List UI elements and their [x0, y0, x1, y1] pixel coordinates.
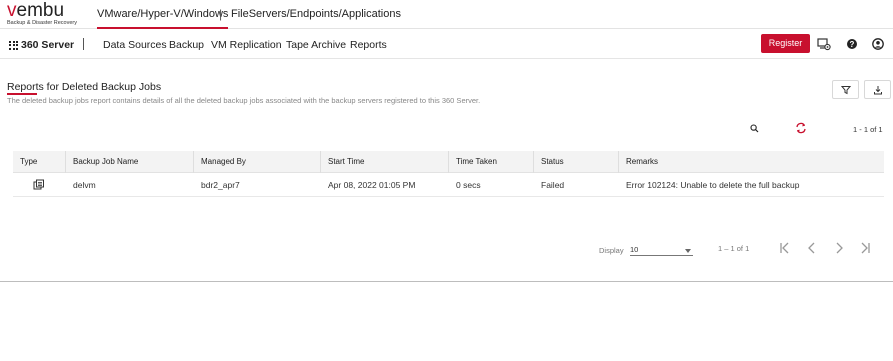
- apps-grid-icon: [9, 40, 18, 50]
- cell-time-taken: 0 secs: [456, 180, 481, 190]
- column-header-type[interactable]: Type: [13, 151, 65, 173]
- user-icon[interactable]: [871, 37, 885, 51]
- settings-monitor-icon[interactable]: [817, 37, 831, 51]
- vembu-logo[interactable]: vembu Backup & Disaster Recovery: [7, 0, 87, 27]
- table-header: Type Backup Job Name Managed By Start Ti…: [13, 151, 884, 173]
- table-row[interactable]: delvm bdr2_apr7 Apr 08, 2022 01:05 PM 0 …: [13, 173, 884, 197]
- chevron-down-icon: [685, 249, 691, 253]
- column-header-backup-job-name[interactable]: Backup Job Name: [65, 151, 193, 173]
- nav-item-tape-archive[interactable]: Tape Archive: [286, 39, 346, 51]
- tab-vmware-hyperv-windows[interactable]: VMware/Hyper-V/Windows: [97, 8, 229, 29]
- pagination-range: 1 – 1 of 1: [718, 244, 750, 253]
- cell-job-name: delvm: [73, 180, 96, 190]
- app-name: 360 Server: [21, 39, 75, 51]
- product-bar: vembu Backup & Disaster Recovery VMware/…: [0, 0, 893, 29]
- logo-rest: embu: [16, 0, 65, 21]
- tab-fileservers-endpoints-applications[interactable]: FileServers/Endpoints/Applications: [231, 8, 401, 20]
- result-count: 1 - 1 of 1: [853, 125, 883, 134]
- download-icon: [874, 86, 882, 95]
- logo-accent: v: [7, 0, 17, 21]
- page-size-select[interactable]: 10: [630, 245, 693, 256]
- column-header-time-taken[interactable]: Time Taken: [448, 151, 533, 173]
- tab-separator: |: [219, 7, 223, 21]
- help-icon[interactable]: ?: [845, 37, 859, 51]
- column-header-remarks[interactable]: Remarks: [618, 151, 884, 173]
- column-header-start-time[interactable]: Start Time: [320, 151, 448, 173]
- content-bottom-divider: [0, 281, 893, 282]
- cell-start-time: Apr 08, 2022 01:05 PM: [328, 180, 416, 190]
- next-page-icon[interactable]: [831, 240, 847, 256]
- nav-divider: [83, 38, 84, 50]
- display-label: Display: [599, 246, 624, 255]
- nav-item-vm-replication[interactable]: VM Replication: [211, 39, 282, 51]
- search-icon[interactable]: [750, 124, 759, 133]
- app-switcher[interactable]: 360 Server: [9, 39, 74, 51]
- register-button[interactable]: Register: [761, 34, 810, 53]
- column-header-status[interactable]: Status: [533, 151, 618, 173]
- logo-tagline: Backup & Disaster Recovery: [7, 20, 77, 26]
- cell-remarks: Error 102124: Unable to delete the full …: [626, 180, 800, 190]
- first-page-icon[interactable]: [777, 240, 793, 256]
- filter-button[interactable]: [832, 80, 859, 99]
- logo-wordmark: vembu: [7, 0, 87, 21]
- last-page-icon[interactable]: [857, 240, 873, 256]
- page-description: The deleted backup jobs report contains …: [7, 96, 481, 105]
- download-button[interactable]: [864, 80, 891, 99]
- refresh-icon[interactable]: [795, 122, 807, 134]
- nav-item-data-sources[interactable]: Data Sources: [103, 39, 167, 51]
- main-navbar: 360 Server Data Sources Backup VM Replic…: [0, 30, 893, 59]
- cell-managed-by: bdr2_apr7: [201, 180, 240, 190]
- nav-item-reports[interactable]: Reports: [350, 39, 387, 51]
- svg-text:?: ?: [850, 40, 855, 49]
- nav-item-backup[interactable]: Backup: [169, 39, 204, 51]
- title-underline: [7, 93, 37, 95]
- vm-backup-icon: [33, 179, 44, 190]
- filter-icon: [841, 86, 851, 95]
- cell-status: Failed: [541, 180, 565, 190]
- page-title: Reports for Deleted Backup Jobs: [7, 81, 162, 93]
- previous-page-icon[interactable]: [804, 240, 820, 256]
- page-size-value: 10: [630, 245, 639, 254]
- column-header-managed-by[interactable]: Managed By: [193, 151, 320, 173]
